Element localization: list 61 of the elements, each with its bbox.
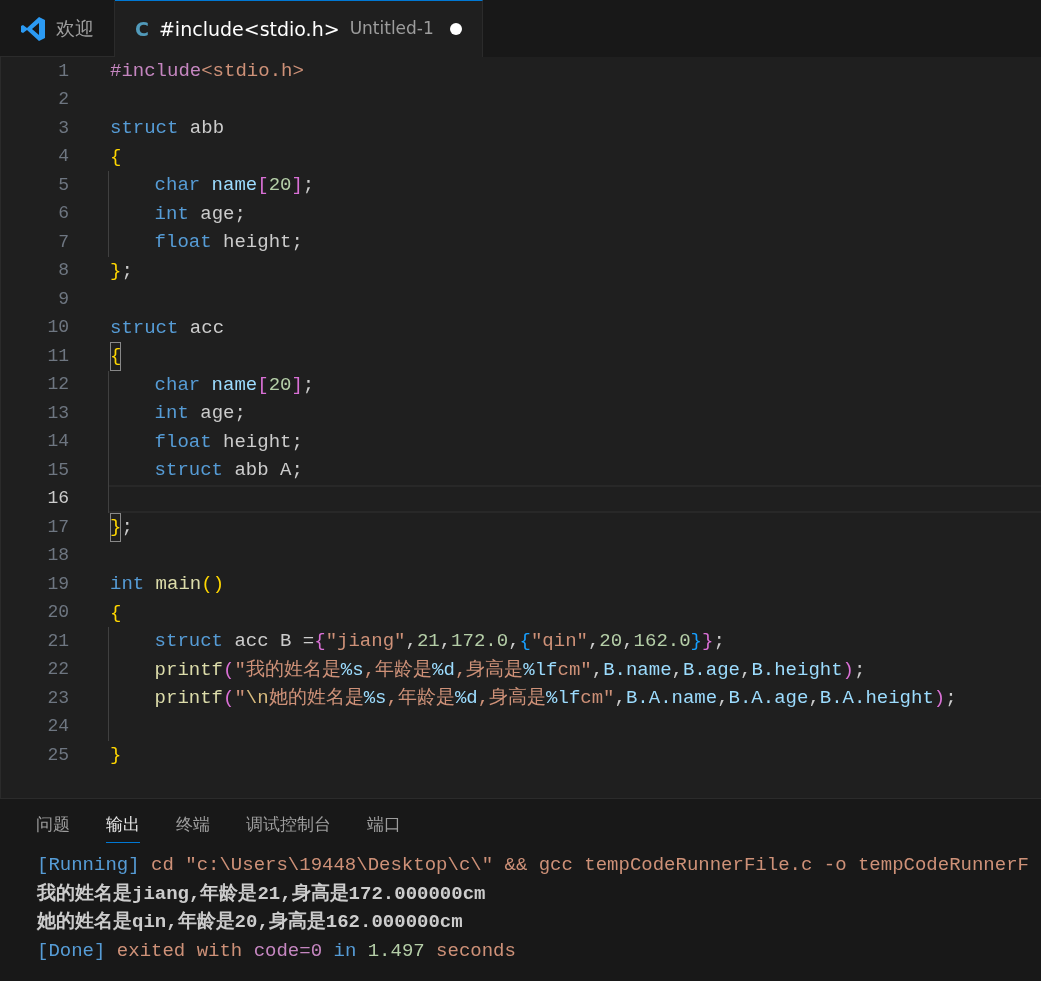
line-number: 22 bbox=[46, 658, 69, 682]
line-number: 23 bbox=[46, 686, 69, 710]
tab-description: Untitled-1 bbox=[349, 17, 434, 41]
panel-tab[interactable]: 问题 bbox=[36, 811, 70, 843]
line-number: 15 bbox=[46, 458, 69, 482]
code-line: struct acc bbox=[109, 315, 225, 341]
code-line: }; bbox=[109, 258, 133, 284]
line-number: 6 bbox=[57, 202, 69, 226]
unsaved-dot-icon[interactable] bbox=[449, 23, 462, 35]
code-line: }; bbox=[109, 513, 133, 542]
line-number: 5 bbox=[57, 173, 69, 197]
code-line: { bbox=[109, 342, 122, 371]
c-language-icon: C bbox=[135, 14, 149, 44]
panel-tab[interactable]: 端口 bbox=[367, 811, 401, 843]
code-line: struct abb bbox=[109, 116, 225, 141]
code-line: { bbox=[109, 600, 122, 626]
line-number: 24 bbox=[46, 715, 69, 739]
vscode-logo-icon bbox=[20, 15, 46, 42]
line-number: 7 bbox=[57, 230, 69, 254]
code-line: struct acc B ={"jiang",21,172.0,{"qin",20,162.0}}; bbox=[108, 627, 725, 656]
line-number: 8 bbox=[57, 259, 69, 283]
editor-tab[interactable]: C #include<stdio.h> Untitled-1 bbox=[115, 0, 483, 57]
line-number: 18 bbox=[46, 544, 69, 568]
line-number: 21 bbox=[46, 629, 69, 653]
code-line: int age; bbox=[108, 199, 246, 228]
line-number: 25 bbox=[46, 743, 69, 767]
line-number: 4 bbox=[57, 145, 69, 169]
line-number: 13 bbox=[46, 401, 69, 425]
line-number: 14 bbox=[46, 430, 69, 454]
code-line: int main() bbox=[109, 572, 225, 597]
line-number: 16 bbox=[46, 487, 69, 511]
line-number: 19 bbox=[46, 572, 69, 596]
code-line: float height; bbox=[108, 228, 303, 257]
code-line: { bbox=[109, 144, 122, 170]
panel-tab[interactable]: 输出 bbox=[106, 811, 140, 843]
line-number: 20 bbox=[46, 601, 69, 625]
output-line: 她的姓名是qin,年龄是20,身高是162.000000cm bbox=[36, 909, 464, 935]
output-line: 我的姓名是jiang,年龄是21,身高是172.000000cm bbox=[36, 881, 487, 907]
line-number: 10 bbox=[46, 316, 69, 340]
line-number: 11 bbox=[46, 344, 69, 368]
code-line: struct abb A; bbox=[108, 456, 303, 485]
code-line: #include<stdio.h> bbox=[109, 59, 304, 84]
code-line: char name[20]; bbox=[108, 370, 315, 399]
code-line: printf("\n她的姓名是%s,年龄是%d,身高是%lfcm",B.A.name,B.A.age,B.A.height); bbox=[108, 684, 957, 713]
line-number: 9 bbox=[57, 287, 69, 311]
code-line: char name[20]; bbox=[108, 171, 315, 200]
code-line: float height; bbox=[108, 427, 303, 456]
editor-tab[interactable]: 欢迎 bbox=[0, 0, 115, 57]
line-number: 1 bbox=[57, 59, 69, 83]
code-line: printf("我的姓名是%s,年龄是%d,身高是%lfcm",B.name,B.age,B.height); bbox=[108, 655, 866, 684]
line-number: 2 bbox=[57, 88, 69, 112]
tab-title: #include<stdio.h> bbox=[158, 16, 340, 42]
line-number: 17 bbox=[46, 515, 69, 539]
line-number: 12 bbox=[46, 373, 69, 397]
output-line: [Done] exited with code=0 in 1.497 seconds bbox=[36, 938, 517, 964]
output-line: [Running] cd "c:\Users\19448\Desktop\c\" && gcc tempCodeRunnerFile.c -o tempCodeRunnerF bbox=[36, 853, 1030, 878]
code-line: } bbox=[109, 743, 122, 768]
panel-tab[interactable]: 调试控制台 bbox=[246, 811, 331, 843]
panel-tab[interactable]: 终端 bbox=[176, 811, 210, 843]
code-line: int age; bbox=[108, 399, 246, 428]
line-number: 3 bbox=[57, 116, 69, 140]
